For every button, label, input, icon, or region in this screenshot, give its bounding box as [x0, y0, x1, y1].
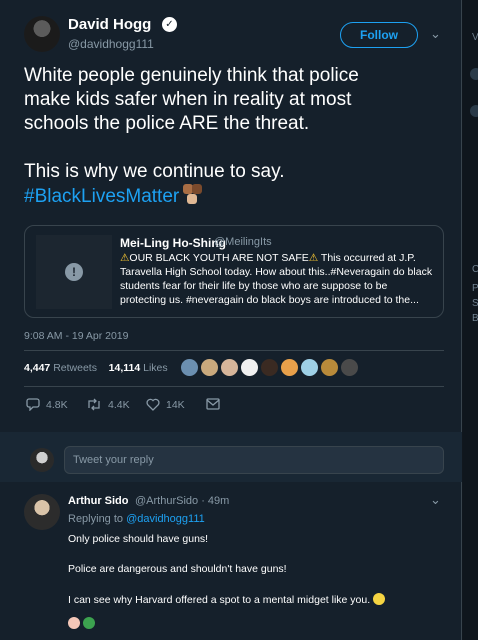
engagement-stats: 4,447 Retweets 14,114 Likes	[24, 362, 168, 374]
confused-face-emoji-icon	[373, 593, 386, 605]
direct-message-action[interactable]	[206, 398, 226, 410]
gutter-text: V	[472, 32, 478, 43]
replying-to: Replying to @davidhogg111	[68, 513, 205, 525]
quoted-media-thumbnail[interactable]: !	[36, 235, 112, 309]
reply-text-line-with-emoji: I can see why Harvard offered a spot to …	[68, 593, 386, 606]
tweet-modal: David Hogg ✓ @davidhogg111 Follow ⌄ Whit…	[0, 0, 462, 640]
warning-icon: ⚠	[308, 252, 319, 264]
divider	[24, 386, 444, 387]
liker-avatar[interactable]	[300, 358, 319, 377]
quoted-text-line: This occurred at J.P.	[318, 252, 416, 264]
likes-count[interactable]: 14,114	[109, 362, 141, 374]
retweet-count: 4.4K	[108, 398, 130, 411]
quoted-tweet[interactable]: ! Mei-Ling Ho-Shing @MeilingIts ⚠OUR BLA…	[24, 225, 444, 318]
envelope-icon	[206, 398, 220, 410]
liker-avatars[interactable]	[180, 358, 360, 377]
reply-author-name[interactable]: Arthur Sido	[68, 495, 129, 507]
reply-count: 4.8K	[46, 398, 68, 411]
raised-fists-emoji-icon	[181, 184, 203, 206]
heart-icon	[146, 398, 160, 411]
retweets-count[interactable]: 4,447	[24, 362, 50, 374]
liker-avatar[interactable]	[200, 358, 219, 377]
hashtag-link[interactable]: #BlackLivesMatter	[24, 186, 179, 207]
reply-text-line: Only police should have guns!	[68, 533, 209, 545]
quoted-text-line: protecting us. #neveragain do black boys…	[120, 294, 419, 306]
retweet-action[interactable]: 4.4K	[86, 398, 130, 411]
reply-author-avatar[interactable]	[24, 494, 60, 530]
liker-avatar[interactable]	[280, 358, 299, 377]
like-action[interactable]: 14K	[146, 398, 185, 411]
liker-avatar[interactable]	[180, 358, 199, 377]
replying-prefix: Replying to	[68, 513, 127, 525]
alert-icon: !	[65, 263, 83, 281]
liker-avatar[interactable]	[240, 358, 259, 377]
reply-emoji-row	[68, 617, 95, 629]
quoted-text-line: Taravella High School today. How about t…	[120, 266, 433, 278]
quoted-tweet-text: ⚠OUR BLACK YOUTH ARE NOT SAFE⚠ This occu…	[120, 251, 438, 307]
reply-text-line: I can see why Harvard offered a spot to …	[68, 594, 371, 606]
gutter-text: S	[472, 298, 478, 309]
tweet-text: White people genuinely think that police…	[24, 64, 444, 209]
liker-avatar[interactable]	[320, 358, 339, 377]
verified-badge-icon: ✓	[162, 17, 177, 32]
liker-avatar[interactable]	[220, 358, 239, 377]
author-handle[interactable]: @davidhogg111	[68, 37, 154, 51]
likes-label[interactable]: Likes	[143, 362, 168, 374]
current-user-avatar[interactable]	[30, 448, 54, 472]
tweet-text-line: make kids safer when in reality at most	[24, 89, 352, 110]
replying-handle-link[interactable]: @davidhogg111	[126, 513, 205, 525]
quoted-author-handle: @MeilingIts	[214, 236, 272, 248]
gutter-text: B	[472, 313, 478, 324]
gutter-text: P	[472, 283, 478, 294]
chevron-down-icon[interactable]: ⌄	[430, 26, 441, 42]
gutter-text: C	[472, 264, 478, 275]
retweet-icon	[88, 398, 100, 411]
liker-avatar[interactable]	[340, 358, 359, 377]
reply-input[interactable]: Tweet your reply	[64, 446, 444, 474]
quoted-author-name: Mei-Ling Ho-Shing	[120, 236, 226, 250]
warning-icon: ⚠	[120, 252, 130, 264]
gutter-avatar	[470, 68, 478, 80]
chevron-down-icon[interactable]: ⌄	[430, 492, 441, 508]
globe-emoji-icon	[83, 617, 95, 629]
reply-text-line: Police are dangerous and shouldn't have …	[68, 563, 287, 575]
tweet-text-line: schools the police ARE the threat.	[24, 113, 310, 134]
liker-avatar[interactable]	[260, 358, 279, 377]
author-avatar[interactable]	[24, 16, 60, 52]
follow-button[interactable]: Follow	[340, 22, 418, 48]
tweet-timestamp[interactable]: 9:08 AM - 19 Apr 2019	[24, 330, 129, 342]
author-name[interactable]: David Hogg	[68, 16, 151, 33]
tweet-text-line: This is why we continue to say.	[24, 161, 285, 182]
like-count: 14K	[166, 398, 185, 411]
tweet-text-line: White people genuinely think that police	[24, 65, 359, 86]
reply-icon	[26, 398, 40, 411]
divider	[24, 350, 444, 351]
reply-action[interactable]: 4.8K	[26, 398, 68, 411]
clown-face-emoji-icon	[68, 617, 80, 629]
quoted-text-line: OUR BLACK YOUTH ARE NOT SAFE	[129, 252, 309, 264]
retweets-label[interactable]: Retweets	[53, 362, 97, 374]
gutter-avatar	[470, 105, 478, 117]
quoted-text-line: students fear for their life by those wh…	[120, 280, 388, 292]
reply-author-meta[interactable]: @ArthurSido · 49m	[135, 495, 229, 507]
